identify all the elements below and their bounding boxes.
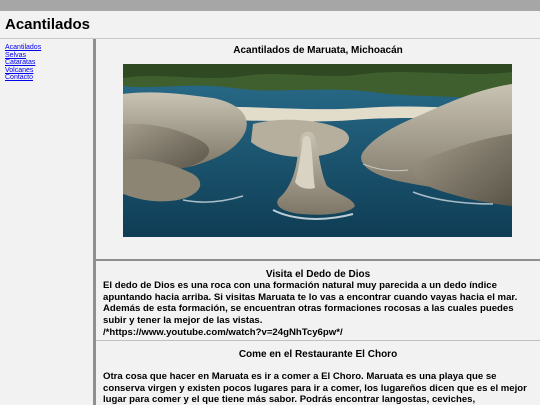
section-title-el-choro: Come en el Restaurante El Choro — [238, 349, 398, 360]
nav-link-selvas[interactable]: Selvas — [5, 52, 26, 59]
nav-link-contacto[interactable]: Contacto — [5, 74, 33, 81]
page-title: Acantilados — [5, 16, 91, 33]
section-title-dedo-de-dios: Visita el Dedo de Dios — [265, 269, 371, 280]
section-title-acantilados: Acantilados de Maruata, Michoacán — [233, 45, 403, 56]
section-separator — [96, 259, 540, 261]
cliffs-illustration — [123, 64, 512, 237]
nav-link-cataratas[interactable]: Cataratas — [5, 59, 35, 66]
nav-list: Acantilados Selvas Cataratas Volcanes Co… — [0, 39, 93, 82]
sidebar-nav: Acantilados Selvas Cataratas Volcanes Co… — [0, 39, 93, 405]
sidebar-item-acantilados: Acantilados — [5, 44, 93, 52]
video-url-text: /*https://www.youtube.com/watch?v=24gNhT… — [103, 327, 343, 338]
section-body-el-choro: Otra cosa que hacer en Maruata es ir a c… — [103, 371, 527, 406]
section-separator-thin — [96, 340, 540, 341]
window-top-bar — [0, 0, 540, 11]
page-header: Acantilados — [0, 11, 540, 39]
nav-link-acantilados[interactable]: Acantilados — [5, 44, 41, 51]
nav-link-volcanes[interactable]: Volcanes — [5, 67, 33, 74]
sidebar-item-volcanes: Volcanes — [5, 67, 93, 75]
cliffs-photo — [123, 64, 512, 237]
section-body-dedo-de-dios: El dedo de Dios es una roca con una form… — [103, 280, 518, 326]
sidebar-item-cataratas: Cataratas — [5, 59, 93, 67]
main-content: Acantilados de Maruata, Michoacán Visita… — [96, 39, 540, 405]
sidebar-item-selvas: Selvas — [5, 52, 93, 60]
sidebar-item-contacto: Contacto — [5, 74, 93, 82]
